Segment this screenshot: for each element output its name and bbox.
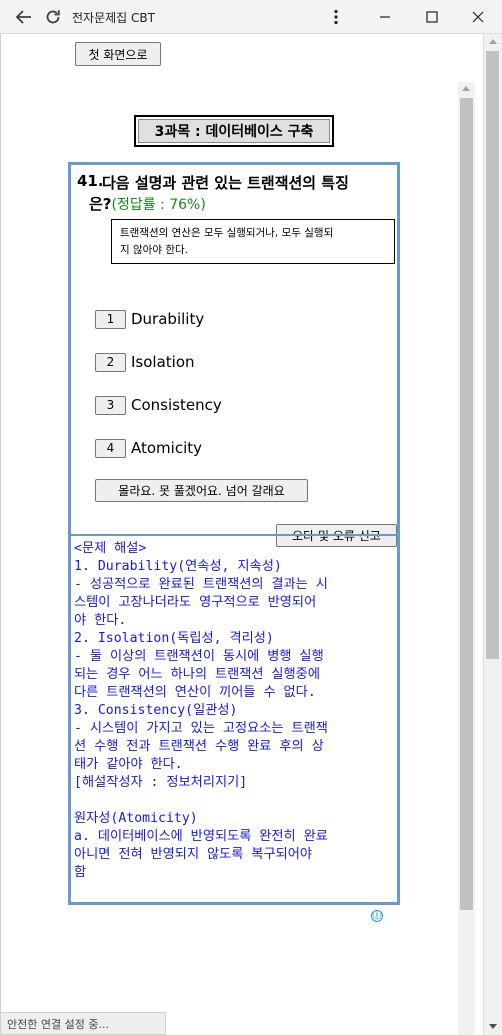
subject-title: 3과목 : 데이터베이스 구축 xyxy=(138,119,330,143)
choice-1-button[interactable]: 1 xyxy=(95,309,126,329)
subject-heading: 3과목 : 데이터베이스 구축 xyxy=(134,115,334,147)
status-bar: 안전한 연결 설정 중... xyxy=(0,1012,166,1035)
home-button[interactable]: 첫 화면으로 xyxy=(75,42,161,66)
explanation-line: 원자성(Atomicity) xyxy=(74,811,198,826)
scroll-up-arrow-icon[interactable] xyxy=(462,86,470,91)
explanation-line: 태가 같아야 한다. xyxy=(74,757,183,772)
explanation-line: a. 데이터베이스에 반영되도록 완전히 완료 xyxy=(74,829,328,844)
choice-1[interactable]: 1 Durability xyxy=(95,309,204,329)
explanation-line: 다른 트랜잭션의 연산이 끼어들 수 없다. xyxy=(74,685,316,700)
minimize-icon[interactable] xyxy=(373,5,397,29)
explanation-text: <문제 해설> 1. Durability(연속성, 지속성) - 성공적으로 … xyxy=(74,540,396,882)
explanation-line: 함 xyxy=(74,865,87,880)
stem-line: 지 않아야 한다. xyxy=(120,244,188,256)
explanation-line: 되는 경우 어느 하나의 트랜잭션 실행중에 xyxy=(74,667,320,682)
question-text: 다음 설명과 관련 있는 트랜잭션의 특징 xyxy=(102,174,349,192)
explanation-line: 션 수행 전과 트랜잭션 수행 완료 후의 상 xyxy=(74,739,324,754)
more-vert-icon[interactable] xyxy=(324,5,348,29)
question-card: 41. 다음 설명과 관련 있는 트랜잭션의 특징 은?(정답률 : 76%) … xyxy=(68,162,400,547)
choice-1-label: Durability xyxy=(131,310,205,328)
stem-line: 트랜잭션의 연산은 모두 실행되거나, 모두 실행되 xyxy=(120,227,334,239)
choice-4[interactable]: 4 Atomicity xyxy=(95,438,202,458)
explanation-line: 스템이 고장나더라도 영구적으로 반영되어 xyxy=(74,595,317,610)
window-scrollbar-thumb[interactable] xyxy=(486,51,499,659)
scroll-down-arrow-icon[interactable] xyxy=(489,1024,497,1029)
question-stem-box: 트랜잭션의 연산은 모두 실행되거나, 모두 실행되 지 않아야 한다. xyxy=(111,219,395,264)
window-title: 전자문제집 CBT xyxy=(72,11,155,25)
window-scrollbar[interactable] xyxy=(484,34,502,1035)
choice-4-button[interactable]: 4 xyxy=(95,438,126,458)
choice-4-label: Atomicity xyxy=(131,439,203,457)
explanation-line: <문제 해설> xyxy=(74,541,147,556)
explanation-line: 3. Consistency(일관성) xyxy=(74,703,238,718)
page-content: 첫 화면으로 3과목 : 데이터베이스 구축 41. 다음 설명과 관련 있는 … xyxy=(0,34,502,1035)
inner-scrollbar[interactable] xyxy=(458,82,475,1035)
choice-2-button[interactable]: 2 xyxy=(95,352,126,372)
explanation-box: <문제 해설> 1. Durability(연속성, 지속성) - 성공적으로 … xyxy=(68,534,400,905)
info-icon[interactable]: ⓘ xyxy=(371,910,383,922)
correct-rate: (정답률 : 76%) xyxy=(111,197,206,213)
scroll-up-arrow-icon[interactable] xyxy=(489,39,497,44)
skip-button[interactable]: 몰라요. 못 풀겠어요. 넘어 갈래요 xyxy=(95,479,308,502)
explanation-line: 1. Durability(연속성, 지속성) xyxy=(74,559,282,574)
explanation-line: - 성공적으로 완료된 트랜잭션의 결과는 시 xyxy=(74,577,328,592)
explanation-line xyxy=(74,792,396,810)
question-text-continued: 은?(정답률 : 76%) xyxy=(89,193,206,214)
choice-3[interactable]: 3 Consistency xyxy=(95,395,222,415)
explanation-line: 2. Isolation(독립성, 격리성) xyxy=(74,631,274,646)
close-icon[interactable] xyxy=(466,5,490,29)
back-arrow-icon[interactable] xyxy=(12,5,36,29)
window-title-bar: 전자문제집 CBT xyxy=(0,0,502,34)
maximize-icon[interactable] xyxy=(420,5,444,29)
choice-2[interactable]: 2 Isolation xyxy=(95,352,195,372)
explanation-line: - 시스템이 가지고 있는 고정요소는 트랜잭 xyxy=(74,721,328,736)
choice-2-label: Isolation xyxy=(131,353,195,371)
page-left-border xyxy=(0,34,1,1035)
question-number: 41. xyxy=(77,172,104,190)
question-text-end: 은? xyxy=(89,195,112,213)
inner-scrollbar-thumb[interactable] xyxy=(460,98,473,910)
explanation-line: 아니면 전혀 반영되지 않도록 복구되어야 xyxy=(74,847,313,862)
reload-icon[interactable] xyxy=(41,5,65,29)
explanation-line: 야 한다. xyxy=(74,613,127,628)
explanation-line: - 둘 이상의 트랜잭션이 동시에 병행 실행 xyxy=(74,649,324,664)
choice-3-label: Consistency xyxy=(131,396,222,414)
explanation-line: [해설작성자 : 정보처리지기] xyxy=(74,775,248,790)
choice-3-button[interactable]: 3 xyxy=(95,395,126,415)
